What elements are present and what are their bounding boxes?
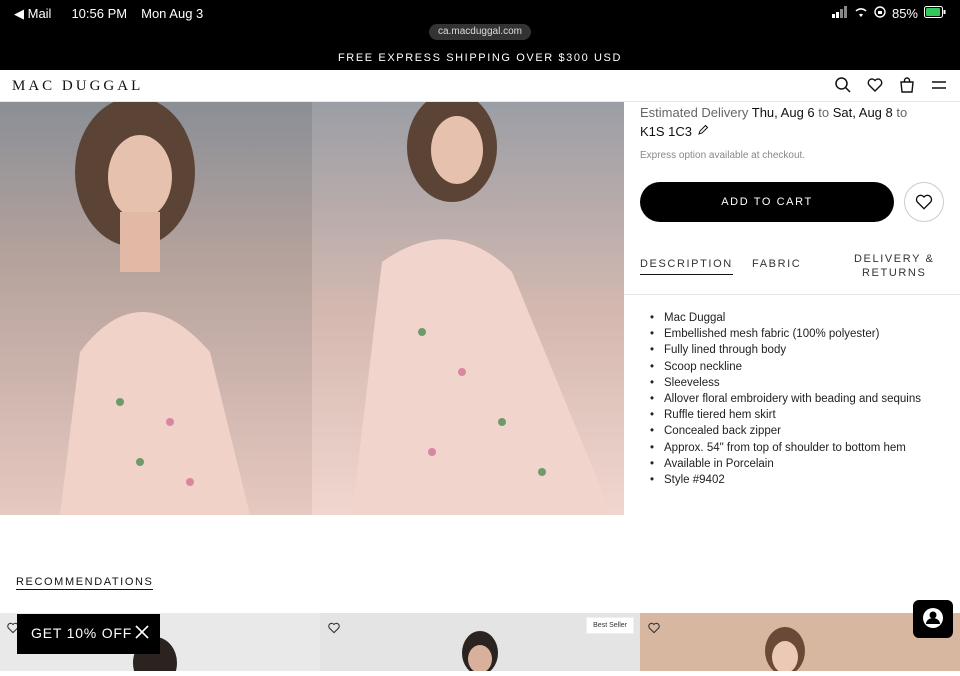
brand-logo[interactable]: MAC DUGGAL	[12, 78, 143, 95]
chat-avatar-icon	[913, 608, 953, 642]
search-icon[interactable]	[834, 76, 852, 94]
delivery-to-word-2: to	[896, 105, 908, 120]
status-time: 10:56 PM	[71, 6, 128, 21]
product-tabs: DESCRIPTION FABRIC DELIVERY & RETURNS	[640, 252, 950, 292]
recommendation-card[interactable]	[640, 613, 960, 675]
heart-icon	[914, 194, 934, 215]
list-item: Concealed back zipper	[650, 423, 950, 439]
heart-icon[interactable]	[647, 621, 661, 635]
description-list: Mac Duggal Embellished mesh fabric (100%…	[650, 310, 950, 488]
edit-pencil-icon[interactable]	[697, 123, 709, 140]
express-note: Express option available at checkout.	[640, 150, 806, 161]
recommendations-title: RECOMMENDATIONS	[16, 576, 154, 590]
url-bar[interactable]: ca.macduggal.com	[429, 24, 531, 40]
tab-delivery-line1: DELIVERY &	[854, 253, 935, 265]
list-item: Ruffle tiered hem skirt	[650, 407, 950, 423]
status-bar: ◀ Mail 10:56 PM Mon Aug 3 ca.macduggal.c…	[0, 0, 960, 48]
signal-icon	[831, 6, 848, 21]
wifi-icon	[854, 6, 868, 21]
hamburger-menu-icon[interactable]	[930, 76, 948, 94]
tabs-divider	[624, 294, 960, 295]
chat-button[interactable]	[913, 600, 953, 638]
recommendation-card[interactable]: Best Seller	[320, 613, 640, 675]
orientation-lock-icon	[874, 6, 886, 21]
delivery-label: Estimated Delivery	[640, 105, 749, 120]
shopping-bag-icon[interactable]	[898, 76, 916, 94]
best-seller-badge: Best Seller	[586, 617, 634, 634]
wishlist-button[interactable]	[904, 182, 944, 222]
battery-icon	[924, 6, 946, 21]
delivery-to-date: Sat, Aug 8	[832, 105, 893, 120]
tab-delivery-line2: RETURNS	[862, 267, 927, 279]
product-image-side[interactable]	[312, 92, 624, 516]
heart-icon[interactable]	[866, 76, 884, 94]
list-item: Style #9402	[650, 472, 950, 488]
list-item: Sleeveless	[650, 375, 950, 391]
estimated-delivery: Estimated Delivery Thu, Aug 6 to Sat, Au…	[640, 105, 950, 121]
list-item: Mac Duggal	[650, 310, 950, 326]
discount-label[interactable]: GET 10% OFF	[31, 625, 132, 641]
list-item: Fully lined through body	[650, 342, 950, 358]
close-icon[interactable]	[134, 624, 150, 640]
product-info: Estimated Delivery Thu, Aug 6 to Sat, Au…	[640, 102, 950, 279]
product-image-front[interactable]	[0, 97, 312, 515]
status-date: Mon Aug 3	[141, 6, 204, 21]
battery-percent: 85%	[891, 6, 918, 21]
delivery-from-date: Thu, Aug 6	[751, 105, 815, 120]
site-header: MAC DUGGAL	[0, 70, 960, 102]
list-item: Allover floral embroidery with beading a…	[650, 391, 950, 407]
tab-delivery-returns[interactable]: DELIVERY & RETURNS	[854, 252, 934, 280]
heart-icon[interactable]	[327, 621, 341, 635]
back-to-mail-link[interactable]: ◀ Mail	[14, 6, 51, 22]
list-item: Scoop neckline	[650, 359, 950, 375]
tab-fabric[interactable]: FABRIC	[752, 258, 801, 270]
postal-code[interactable]: K1S 1C3	[640, 124, 692, 139]
product-gallery	[0, 92, 624, 516]
delivery-to-word: to	[818, 105, 830, 120]
add-to-cart-button[interactable]: ADD TO CART	[640, 182, 894, 222]
free-shipping-banner[interactable]: FREE EXPRESS SHIPPING OVER $300 USD	[0, 48, 960, 70]
tab-description[interactable]: DESCRIPTION	[640, 258, 733, 275]
list-item: Embellished mesh fabric (100% polyester)	[650, 326, 950, 342]
discount-popup[interactable]: GET 10% OFF	[17, 614, 160, 654]
list-item: Approx. 54" from top of shoulder to bott…	[650, 440, 950, 456]
list-item: Available in Porcelain	[650, 456, 950, 472]
